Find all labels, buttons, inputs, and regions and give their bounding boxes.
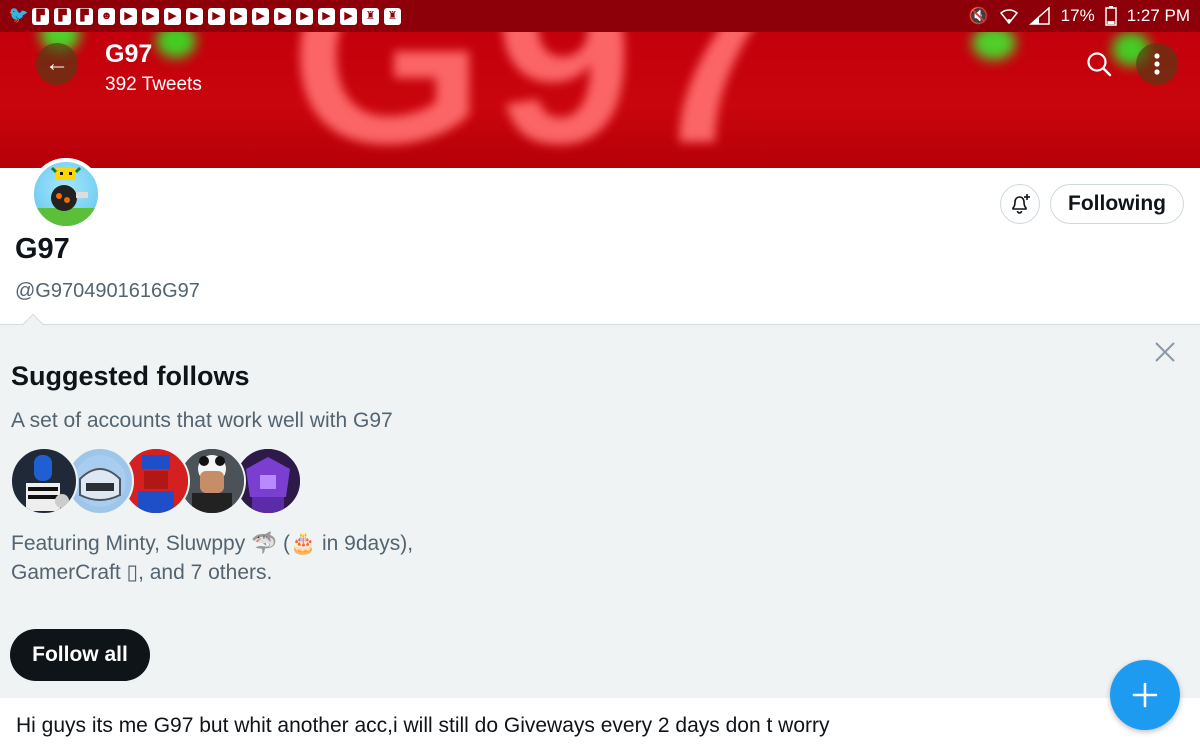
youtube-icon: ▶ bbox=[296, 7, 313, 25]
youtube-icon: ▶ bbox=[318, 7, 335, 25]
youtube-icon: ▶ bbox=[252, 7, 269, 25]
bell-plus-icon bbox=[1012, 194, 1030, 214]
wifi-icon bbox=[999, 9, 1018, 25]
signal-icon bbox=[1028, 7, 1050, 25]
close-icon bbox=[1155, 342, 1175, 362]
search-icon bbox=[1087, 52, 1112, 77]
plus-icon bbox=[1132, 682, 1158, 708]
flipboard-icon: ▛ bbox=[54, 7, 71, 25]
notifications-bell-button[interactable] bbox=[1000, 184, 1040, 224]
youtube-icon: ▶ bbox=[186, 7, 203, 25]
notification-icons: 🐦 ▛ ▛ ▛ ☻ ▶ ▶ ▶ ▶ ▶ ▶ ▶ ▶ ▶ ▶ ▶ ♜ ♜ bbox=[8, 7, 969, 25]
youtube-icon: ▶ bbox=[340, 7, 357, 25]
youtube-icon: ▶ bbox=[208, 7, 225, 25]
profile-handle: @G9704901616G97 bbox=[15, 280, 200, 302]
compose-tweet-button[interactable] bbox=[1110, 660, 1180, 730]
game-icon: ♜ bbox=[362, 7, 379, 25]
twitter-profile-screen: 🐦 ▛ ▛ ▛ ☻ ▶ ▶ ▶ ▶ ▶ ▶ ▶ ▶ ▶ ▶ ▶ ♜ ♜ 🔇 17… bbox=[0, 0, 1200, 750]
follow-all-button[interactable]: Follow all bbox=[10, 629, 150, 681]
game-icon: ☻ bbox=[98, 7, 115, 25]
clock: 1:27 PM bbox=[1126, 6, 1190, 25]
youtube-icon: ▶ bbox=[164, 7, 181, 25]
youtube-icon: ▶ bbox=[142, 7, 159, 25]
featuring-line: GamerCraft ▯, and 7 others. bbox=[11, 561, 273, 584]
flipboard-icon: ▛ bbox=[76, 7, 93, 25]
status-bar: 🐦 ▛ ▛ ▛ ☻ ▶ ▶ ▶ ▶ ▶ ▶ ▶ ▶ ▶ ▶ ▶ ♜ ♜ 🔇 17… bbox=[0, 0, 1200, 32]
system-status: 🔇 17% 1:27 PM bbox=[969, 6, 1190, 26]
profile-display-name: G97 bbox=[15, 233, 70, 265]
tweet-count: 392 Tweets bbox=[105, 74, 202, 95]
suggested-avatars[interactable] bbox=[10, 447, 310, 517]
avatar-image bbox=[34, 166, 98, 226]
panel-pointer bbox=[21, 313, 45, 337]
banner-decoration bbox=[972, 32, 1016, 60]
youtube-icon: ▶ bbox=[120, 7, 137, 25]
more-options-button[interactable] bbox=[1136, 43, 1178, 85]
suggested-featuring-text: Featuring Minty, Sluwppy 🦈 (🎂 in 9days),… bbox=[11, 529, 611, 587]
youtube-icon: ▶ bbox=[230, 7, 247, 25]
following-button[interactable]: Following bbox=[1050, 184, 1184, 224]
profile-avatar[interactable] bbox=[30, 158, 102, 230]
dismiss-suggestions-button[interactable] bbox=[1150, 337, 1180, 367]
banner-decoration bbox=[156, 32, 196, 58]
tweet-text: Hi guys its me G97 but whit another acc,… bbox=[16, 714, 830, 737]
battery-percent: 17% bbox=[1060, 6, 1095, 25]
youtube-icon: ▶ bbox=[274, 7, 291, 25]
banner-logo-art: G97 bbox=[290, 32, 793, 168]
suggested-follows-description: A set of accounts that work well with G9… bbox=[11, 409, 393, 432]
back-button[interactable]: ← bbox=[36, 43, 78, 85]
search-button[interactable] bbox=[1078, 43, 1120, 85]
flipboard-icon: ▛ bbox=[32, 7, 49, 25]
suggested-avatar bbox=[10, 447, 78, 515]
battery-icon bbox=[1104, 6, 1117, 26]
featuring-line: Featuring Minty, Sluwppy 🦈 (🎂 in 9days), bbox=[11, 532, 414, 555]
header-title: G97 bbox=[105, 40, 153, 68]
mute-icon: 🔇 bbox=[968, 8, 989, 25]
avatar-image bbox=[26, 455, 69, 511]
arrow-left-icon: ← bbox=[45, 50, 69, 77]
game-icon: ♜ bbox=[384, 7, 401, 25]
suggested-follows-title: Suggested follows bbox=[11, 361, 250, 391]
more-vertical-icon bbox=[1154, 53, 1160, 75]
twitter-icon: 🐦 bbox=[8, 7, 29, 24]
suggested-follows-panel: Suggested follows A set of accounts that… bbox=[0, 313, 1200, 698]
profile-banner: G97 bbox=[0, 32, 1200, 168]
